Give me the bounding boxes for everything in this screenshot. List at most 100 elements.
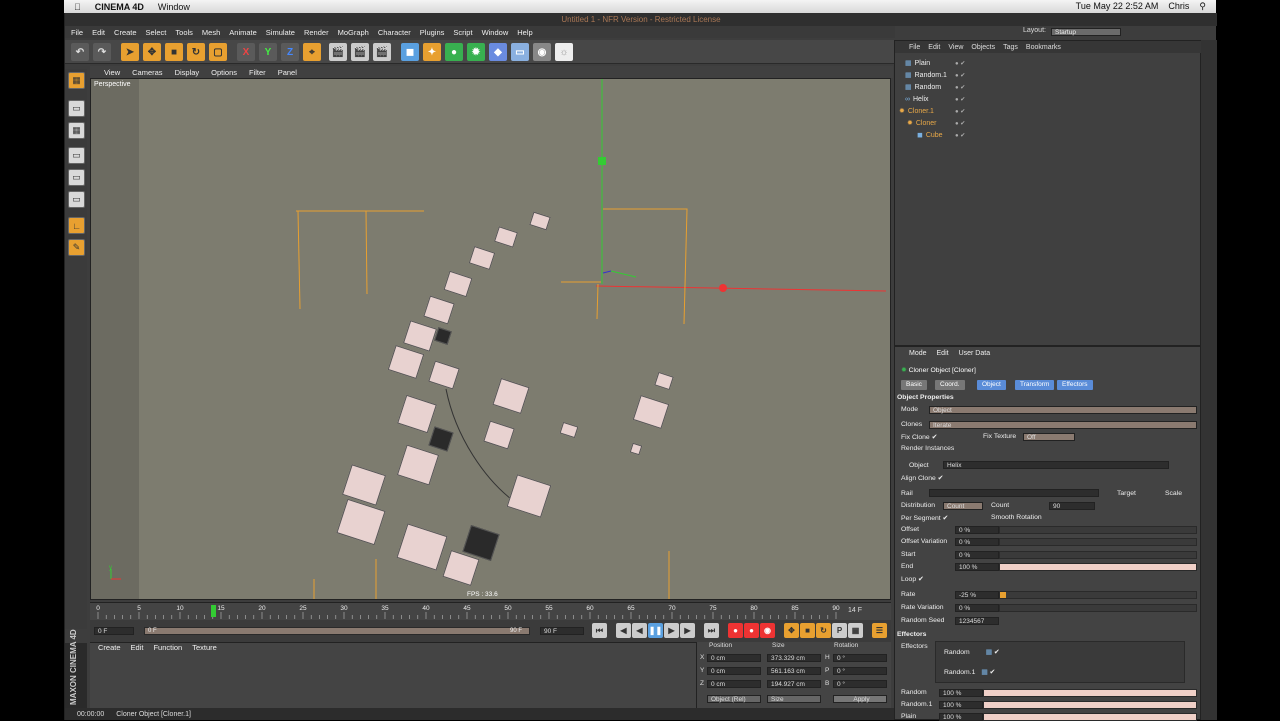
effector-item-random-1[interactable]: Random.1 ▦ ✔: [944, 668, 995, 676]
spotlight-icon[interactable]: ⚲: [1199, 1, 1206, 12]
visibility-dots[interactable]: ● ✔: [955, 132, 965, 139]
tab-basic[interactable]: Basic: [901, 380, 927, 390]
end-frame-field[interactable]: 90 F: [540, 627, 584, 635]
visibility-dots[interactable]: ● ✔: [955, 96, 965, 103]
menu-select[interactable]: Select: [146, 28, 167, 37]
offset-field[interactable]: 0 %: [955, 526, 999, 534]
menu-mograph[interactable]: MoGraph: [338, 28, 369, 37]
playhead[interactable]: [211, 605, 216, 617]
deformer-icon[interactable]: ◆: [489, 43, 507, 61]
go-to-end-icon[interactable]: ⏭: [704, 623, 719, 638]
visibility-dots[interactable]: ● ✔: [955, 84, 965, 91]
size-x-field[interactable]: 373.329 cm: [767, 654, 821, 662]
attr-menu-user-data[interactable]: User Data: [959, 350, 991, 362]
menu-edit[interactable]: Edit: [92, 28, 105, 37]
range-slider[interactable]: [144, 627, 530, 635]
key-scale-icon[interactable]: ■: [800, 623, 815, 638]
clones-select[interactable]: Iterate: [929, 421, 1197, 429]
model-mode-icon[interactable]: ▭: [68, 100, 85, 117]
axis-y-toggle[interactable]: Y: [259, 43, 277, 61]
menu-script[interactable]: Script: [453, 28, 472, 37]
coord-size-select[interactable]: Size: [767, 695, 821, 703]
object-row-helix[interactable]: ∞ Helix ● ✔: [895, 93, 1202, 105]
mat-menu-create[interactable]: Create: [98, 643, 121, 652]
array-icon[interactable]: ✹: [467, 43, 485, 61]
live-select-icon[interactable]: ➤: [121, 43, 139, 61]
om-menu-tags[interactable]: Tags: [1003, 44, 1018, 51]
strength-random-field[interactable]: 100 %: [939, 689, 983, 697]
axis-mode-icon[interactable]: ∟: [68, 217, 85, 234]
pos-z-field[interactable]: 0 cm: [707, 680, 761, 688]
tab-transform[interactable]: Transform: [1015, 380, 1055, 390]
pos-x-field[interactable]: 0 cm: [707, 654, 761, 662]
menu-animate[interactable]: Animate: [229, 28, 257, 37]
tweak-mode-icon[interactable]: ✎: [68, 239, 85, 256]
tab-object[interactable]: Object: [977, 380, 1006, 390]
layout-select[interactable]: Startup: [1051, 28, 1121, 36]
next-key-icon[interactable]: ▶: [680, 623, 695, 638]
floor-icon[interactable]: ▭: [511, 43, 529, 61]
coord-mode-select[interactable]: Object (Rel): [707, 695, 761, 703]
rate-variation-field[interactable]: 0 %: [955, 604, 999, 612]
om-menu-view[interactable]: View: [948, 44, 963, 51]
menu-plugins[interactable]: Plugins: [420, 28, 445, 37]
rot-b-field[interactable]: 0 °: [833, 680, 887, 688]
menu-tools[interactable]: Tools: [175, 28, 193, 37]
cube-primitive-icon[interactable]: ◼: [401, 43, 419, 61]
fix-texture-select[interactable]: Off: [1023, 433, 1075, 441]
previous-key-icon[interactable]: ◀: [616, 623, 631, 638]
vp-menu-display[interactable]: Display: [175, 68, 200, 77]
window-menu[interactable]: Window: [158, 2, 190, 12]
coordinate-system-icon[interactable]: ⌖: [303, 43, 321, 61]
timeline-menu-icon[interactable]: ☰: [872, 623, 887, 638]
render-view-icon[interactable]: 🎬: [329, 43, 347, 61]
vp-menu-options[interactable]: Options: [211, 68, 237, 77]
om-menu-objects[interactable]: Objects: [971, 44, 995, 51]
texture-mode-icon[interactable]: ▦: [68, 122, 85, 139]
rate-variation-slider[interactable]: [999, 604, 1197, 612]
nurbs-icon[interactable]: ●: [445, 43, 463, 61]
key-position-icon[interactable]: ✥: [784, 623, 799, 638]
mat-menu-edit[interactable]: Edit: [131, 643, 144, 652]
redo-icon[interactable]: ↷: [93, 43, 111, 61]
effectors-list[interactable]: Random ▦ ✔ Random.1 ▦ ✔: [935, 641, 1185, 683]
make-editable-icon[interactable]: ▦: [68, 72, 85, 89]
object-row-cloner[interactable]: ✹ Cloner ● ✔: [895, 117, 1202, 129]
subdivision-icon[interactable]: ✦: [423, 43, 441, 61]
rot-h-field[interactable]: 0 °: [833, 654, 887, 662]
visibility-dots[interactable]: ● ✔: [955, 72, 965, 79]
offset-slider[interactable]: [999, 526, 1197, 534]
apple-icon[interactable]: : [74, 2, 81, 12]
strength-random-1-field[interactable]: 100 %: [939, 701, 983, 709]
om-menu-bookmarks[interactable]: Bookmarks: [1026, 44, 1061, 51]
vp-menu-view[interactable]: View: [104, 68, 120, 77]
key-pla-icon[interactable]: ▦: [848, 623, 863, 638]
tab-effectors[interactable]: Effectors: [1057, 380, 1093, 390]
start-slider[interactable]: [999, 551, 1197, 559]
menu-create[interactable]: Create: [114, 28, 137, 37]
camera-icon[interactable]: ◉: [533, 43, 551, 61]
visibility-dots[interactable]: ● ✔: [955, 108, 965, 115]
key-selection-icon[interactable]: ◉: [760, 623, 775, 638]
menu-window[interactable]: Window: [482, 28, 509, 37]
rail-link-field[interactable]: [929, 489, 1099, 497]
menu-simulate[interactable]: Simulate: [266, 28, 295, 37]
pause-icon[interactable]: ❚❚: [648, 623, 663, 638]
rotate-icon[interactable]: ↻: [187, 43, 205, 61]
move-icon[interactable]: ✥: [143, 43, 161, 61]
apply-button[interactable]: Apply: [833, 695, 887, 703]
end-slider[interactable]: [999, 563, 1197, 571]
undo-icon[interactable]: ↶: [71, 43, 89, 61]
key-rotation-icon[interactable]: ↻: [816, 623, 831, 638]
mode-select[interactable]: Object: [929, 406, 1197, 414]
vp-menu-cameras[interactable]: Cameras: [132, 68, 162, 77]
vp-menu-panel[interactable]: Panel: [278, 68, 297, 77]
points-mode-icon[interactable]: ▭: [68, 147, 85, 164]
vp-menu-filter[interactable]: Filter: [249, 68, 266, 77]
end-field[interactable]: 100 %: [955, 563, 999, 571]
random-seed-field[interactable]: 1234567: [955, 617, 999, 625]
rate-slider[interactable]: [999, 591, 1197, 599]
timeline-ruler[interactable]: 0 5 10 15 20 25 30 35 40 45 50 55 60 65 70 75 80 85 90 14 …: [90, 602, 891, 620]
om-menu-file[interactable]: File: [909, 44, 920, 51]
object-row-cloner-1[interactable]: ✹ Cloner.1 ● ✔: [895, 105, 1202, 117]
